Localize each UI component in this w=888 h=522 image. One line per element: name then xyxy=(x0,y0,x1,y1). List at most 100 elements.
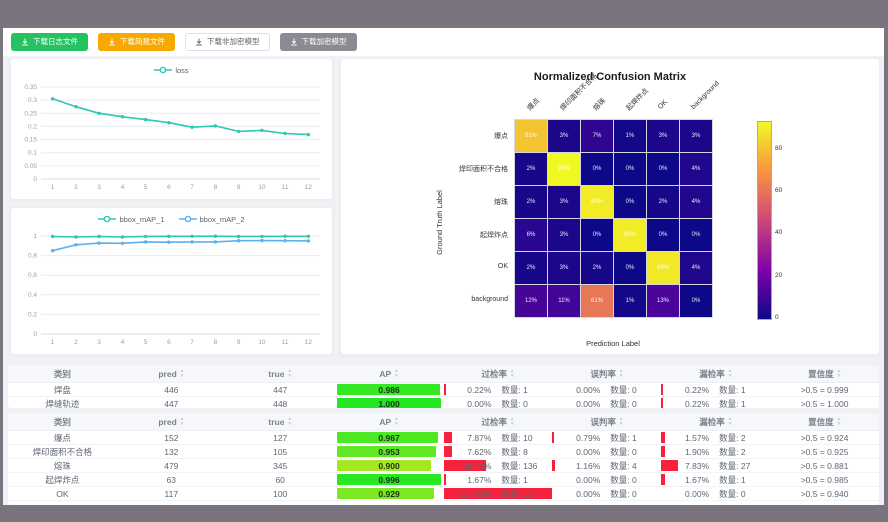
matrix-cell: 2% xyxy=(647,186,679,218)
legend-marker-icon xyxy=(98,215,116,223)
column-header-4[interactable]: 过检率▲▼ xyxy=(444,413,553,430)
x-axis-label: Prediction Label xyxy=(514,339,712,348)
chart-legend: bbox_mAP_1 bbox_mAP_2 xyxy=(11,208,332,230)
column-header-label: true xyxy=(268,417,284,427)
svg-text:0.6: 0.6 xyxy=(28,272,37,279)
table-row: 起焊炸点63600.9961.67%数量: 10.00%数量: 01.67%数量… xyxy=(8,473,879,487)
legend-item-bbox_mAP_1[interactable]: bbox_mAP_1 xyxy=(98,215,164,224)
overdetect-cell: 7.62%数量: 8 xyxy=(444,445,553,458)
matrix-cell: 0% xyxy=(614,252,646,284)
download-encrypted-model-button[interactable]: 下载加密模型 xyxy=(280,33,357,51)
download-report-button[interactable]: 下载简报文件 xyxy=(98,33,175,51)
overdetect-percent: 7.87% xyxy=(444,433,492,443)
misjudge-count: 数量: 0 xyxy=(610,384,661,396)
matrix-cell: 0% xyxy=(614,153,646,185)
legend-label: bbox_mAP_1 xyxy=(119,215,164,224)
true-cell: 447 xyxy=(226,383,335,396)
column-header-5[interactable]: 误判率▲▼ xyxy=(552,365,661,382)
download-log-button[interactable]: 下载日志文件 xyxy=(11,33,88,51)
matrix-cell: 2% xyxy=(515,252,547,284)
legend-item-bbox_mAP_2[interactable]: bbox_mAP_2 xyxy=(179,215,245,224)
matrix-cell: 2% xyxy=(515,153,547,185)
download-icon xyxy=(21,38,29,46)
column-header-3[interactable]: AP▲▼ xyxy=(335,413,444,430)
column-header-2[interactable]: true▲▼ xyxy=(226,365,335,382)
svg-text:0.15: 0.15 xyxy=(24,137,37,144)
overdetect-cell: 0.22% 数量: 1 xyxy=(444,383,553,396)
svg-text:0: 0 xyxy=(33,331,37,338)
matrix-cell: 0% xyxy=(581,153,613,185)
column-header-6[interactable]: 漏检率▲▼ xyxy=(661,365,770,382)
misjudge-percent: 0.00% xyxy=(552,475,600,485)
miss-cell: 1.67%数量: 1 xyxy=(661,473,770,486)
column-header-1[interactable]: pred▲▼ xyxy=(117,413,226,430)
svg-text:0: 0 xyxy=(33,176,37,183)
misjudge-percent: 0.00% xyxy=(552,489,600,499)
ap-cell: 0.953 xyxy=(335,445,444,458)
column-header-3[interactable]: AP▲▼ xyxy=(335,365,444,382)
column-header-label: AP xyxy=(379,369,391,379)
sort-icon: ▲▼ xyxy=(619,417,623,425)
table-row: 爆点1521270.9677.87%数量: 100.79%数量: 11.57%数… xyxy=(8,431,879,445)
sort-icon: ▲▼ xyxy=(837,417,841,425)
misjudge-cell: 0.00%数量: 0 xyxy=(552,473,661,486)
column-header-7[interactable]: 置信度▲▼ xyxy=(770,365,879,382)
ap-cell: 0.900 xyxy=(335,459,444,472)
miss-cell: 0.22%数量: 1 xyxy=(661,397,770,408)
legend-marker-icon xyxy=(179,215,197,223)
svg-text:9: 9 xyxy=(237,184,241,191)
svg-text:0.2: 0.2 xyxy=(28,123,37,130)
matrix-cell: 3% xyxy=(548,219,580,251)
column-header-1[interactable]: pred▲▼ xyxy=(117,365,226,382)
overdetect-percent: 117.00% xyxy=(444,489,492,499)
table-header-row: 类别pred▲▼true▲▼AP▲▼过检率▲▼误判率▲▼漏检率▲▼置信度▲▼ xyxy=(8,365,879,383)
misjudge-count: 数量: 0 xyxy=(610,488,661,500)
miss-count: 数量: 2 xyxy=(719,446,770,458)
misjudge-cell: 0.00%数量: 0 xyxy=(552,445,661,458)
misjudge-percent: 1.16% xyxy=(552,461,600,471)
column-header-label: pred xyxy=(158,369,176,379)
colorbar xyxy=(757,121,772,320)
legend-item-loss[interactable]: loss xyxy=(154,66,188,75)
matrix-cell: 4% xyxy=(680,153,712,185)
column-header-6[interactable]: 漏检率▲▼ xyxy=(661,413,770,430)
true-cell: 60 xyxy=(226,473,335,486)
svg-text:4: 4 xyxy=(121,184,125,191)
sort-icon: ▲▼ xyxy=(728,369,732,377)
chart-legend: loss xyxy=(11,59,332,81)
misjudge-cell: 0.00%数量: 0 xyxy=(552,383,661,396)
ap-value: 0.900 xyxy=(335,461,444,471)
true-cell: 100 xyxy=(226,487,335,500)
column-header-label: pred xyxy=(158,417,176,427)
matrix-cell: 6% xyxy=(515,219,547,251)
ap-value: 0.986 xyxy=(335,385,444,395)
overdetect-cell: 7.87%数量: 10 xyxy=(444,431,553,444)
column-header-7[interactable]: 置信度▲▼ xyxy=(770,413,879,430)
legend-marker-icon xyxy=(154,66,172,74)
matrix-column-label: 爆点 xyxy=(525,96,542,113)
line-chart-canvas: 00.20.40.60.81123456789101112 xyxy=(11,230,332,350)
matrix-cell: 0% xyxy=(680,219,712,251)
miss-count: 数量: 1 xyxy=(719,474,770,486)
matrix-cell: 90% xyxy=(581,186,613,218)
svg-text:10: 10 xyxy=(258,184,266,191)
colorbar-tick: 80 xyxy=(775,145,782,152)
matrix-cell: 3% xyxy=(548,252,580,284)
column-header-5[interactable]: 误判率▲▼ xyxy=(552,413,661,430)
matrix-cell: 3% xyxy=(647,120,679,152)
matrix-column-label: background xyxy=(690,80,723,113)
column-header-4[interactable]: 过检率▲▼ xyxy=(444,365,553,382)
svg-text:5: 5 xyxy=(144,339,148,346)
colorbar-tick: 0 xyxy=(775,314,779,321)
column-header-label: 置信度 xyxy=(808,416,834,428)
svg-text:6: 6 xyxy=(167,184,171,191)
download-plain-model-button[interactable]: 下载非加密模型 xyxy=(185,33,270,51)
chart-plot: 00.050.10.150.20.250.30.3512345678910111… xyxy=(11,81,332,200)
matrix-cell: 0% xyxy=(680,285,712,317)
colorbar-tick: 20 xyxy=(775,272,782,279)
column-header-2[interactable]: true▲▼ xyxy=(226,413,335,430)
overdetect-count: 数量: 1 xyxy=(501,384,552,396)
table-row: 焊盘4464470.9860.22%数量: 10.00%数量: 00.22%数量… xyxy=(8,383,879,397)
overdetect-percent: 0.22% xyxy=(444,385,492,395)
svg-text:7: 7 xyxy=(190,184,194,191)
